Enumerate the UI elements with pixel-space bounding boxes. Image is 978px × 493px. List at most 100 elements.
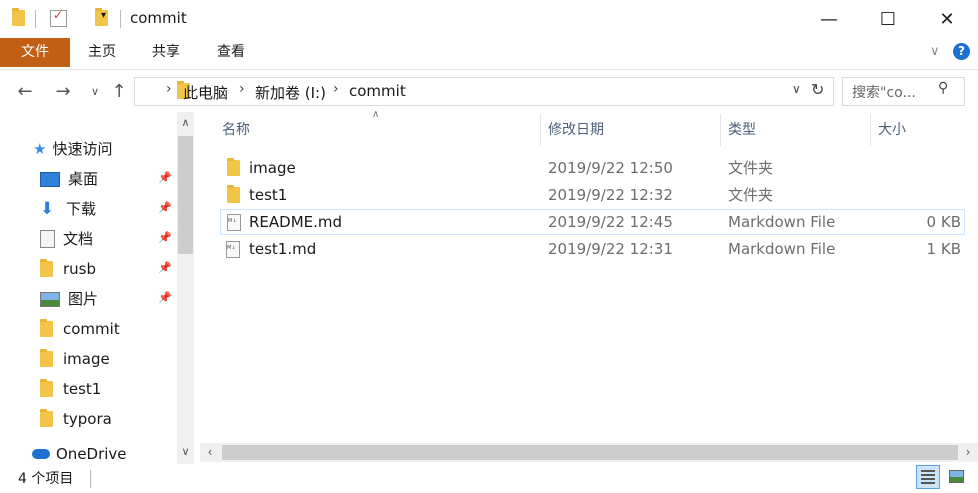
up-button[interactable]: ↑ — [106, 78, 132, 104]
back-button[interactable]: ← — [12, 78, 38, 104]
properties-icon[interactable]: ✓ — [50, 8, 67, 27]
tab-home[interactable]: 主页 — [71, 38, 133, 67]
chevron-right-icon[interactable]: › — [166, 81, 172, 97]
markdown-file-icon — [226, 241, 240, 258]
sidebar-item-label: 桌面 — [68, 170, 99, 188]
address-dropdown-icon[interactable]: ∨ — [792, 82, 801, 96]
scroll-left-button[interactable]: ‹ — [200, 443, 220, 462]
sidebar-item-desktop[interactable]: 桌面 — [40, 164, 98, 194]
minimize-button[interactable]: — — [800, 0, 858, 38]
folder-icon — [40, 349, 53, 367]
sidebar-item-downloads[interactable]: ⬇ 下载 — [40, 194, 96, 224]
file-modified: 2019/9/22 12:45 — [548, 213, 673, 231]
pin-icon[interactable]: 📌 — [158, 231, 172, 244]
file-row[interactable]: image 2019/9/22 12:50 文件夹 — [220, 155, 965, 181]
file-modified: 2019/9/22 12:32 — [548, 186, 673, 204]
sidebar-item-documents[interactable]: 文档 — [40, 224, 93, 254]
search-icon[interactable]: ⚲ — [938, 80, 948, 96]
large-icons-view-button[interactable] — [945, 465, 969, 489]
sidebar-item-label: 下载 — [66, 200, 97, 218]
pin-icon[interactable]: 📌 — [158, 291, 172, 304]
customize-quick-access-icon[interactable]: ▾ — [101, 10, 106, 21]
maximize-button[interactable]: ☐ — [859, 0, 917, 38]
sidebar-item-typora[interactable]: typora — [40, 404, 112, 434]
breadcrumb-commit[interactable]: commit — [349, 82, 406, 100]
sidebar-item-label: commit — [63, 320, 120, 338]
column-divider[interactable] — [540, 114, 541, 146]
file-size: 1 KB — [926, 240, 961, 258]
column-header-modified[interactable]: 修改日期 — [548, 117, 604, 143]
sidebar-item-commit[interactable]: commit — [40, 314, 120, 344]
forward-button[interactable]: → — [50, 78, 76, 104]
breadcrumb-this-pc[interactable]: 此电脑 — [183, 82, 228, 103]
document-icon — [40, 230, 55, 248]
file-row-selected[interactable]: README.md 2019/9/22 12:45 Markdown File … — [220, 209, 965, 235]
sidebar-item-label: 文档 — [63, 230, 94, 248]
folder-icon — [227, 185, 240, 203]
sidebar-item-label: 图片 — [68, 290, 99, 308]
breadcrumb-drive[interactable]: 新加卷 (I:) — [255, 82, 326, 103]
divider — [120, 10, 121, 28]
details-view-button[interactable] — [916, 465, 940, 489]
large-icons-view-icon — [949, 470, 964, 483]
file-name: test1.md — [249, 240, 317, 258]
sidebar-item-pictures[interactable]: 图片 — [40, 284, 98, 314]
file-type: Markdown File — [728, 213, 836, 231]
file-type: 文件夹 — [728, 159, 774, 177]
tab-share[interactable]: 共享 — [135, 38, 197, 67]
pin-icon[interactable]: 📌 — [158, 201, 172, 214]
sidebar-item-label: OneDrive — [56, 445, 127, 463]
file-row[interactable]: test1.md 2019/9/22 12:31 Markdown File 1… — [220, 236, 965, 262]
scroll-down-button[interactable]: ∨ — [177, 441, 194, 463]
close-button[interactable]: ✕ — [918, 0, 976, 38]
file-size: 0 KB — [926, 213, 961, 231]
file-name: README.md — [249, 213, 343, 231]
column-divider[interactable] — [720, 114, 721, 146]
pin-icon[interactable]: 📌 — [158, 171, 172, 184]
sidebar-item-test1[interactable]: test1 — [40, 374, 101, 404]
file-modified: 2019/9/22 12:50 — [548, 159, 673, 177]
column-header-size[interactable]: 大小 — [878, 117, 906, 143]
details-view-icon — [921, 470, 935, 472]
scrollbar-thumb[interactable] — [222, 445, 958, 460]
tab-file[interactable]: 文件 — [0, 38, 70, 67]
sidebar-item-rusb[interactable]: rusb — [40, 254, 96, 284]
folder-icon — [40, 319, 53, 337]
recent-locations-button[interactable]: ∨ — [82, 78, 108, 104]
folder-icon — [227, 158, 240, 176]
help-button[interactable]: ? — [953, 43, 970, 60]
column-divider[interactable] — [870, 114, 871, 146]
item-count: 4 个项目 — [18, 471, 74, 487]
scroll-up-button[interactable]: ∧ — [177, 112, 194, 134]
file-row[interactable]: test1 2019/9/22 12:32 文件夹 — [220, 182, 965, 208]
file-name: image — [249, 159, 296, 177]
sidebar-item-label: test1 — [63, 380, 102, 398]
sidebar-item-onedrive[interactable]: OneDrive — [32, 444, 127, 464]
expand-ribbon-button[interactable]: ∨ — [930, 44, 940, 59]
sort-ascending-icon: ∧ — [372, 109, 380, 120]
scroll-right-button[interactable]: › — [958, 443, 978, 462]
window-title: commit — [130, 9, 187, 27]
column-header-name[interactable]: 名称 — [222, 117, 250, 143]
folder-icon — [40, 259, 53, 277]
sidebar-item-label: typora — [63, 410, 112, 428]
sidebar-quick-access[interactable]: ★ 快速访问 — [33, 134, 112, 164]
folder-icon — [40, 409, 53, 427]
scrollbar-thumb[interactable] — [178, 136, 193, 254]
sidebar-item-label: rusb — [63, 260, 97, 278]
sidebar-item-label: image — [63, 350, 110, 368]
star-icon: ★ — [33, 140, 47, 158]
folder-icon — [12, 8, 25, 26]
markdown-file-icon — [227, 214, 241, 231]
tab-view[interactable]: 查看 — [200, 38, 262, 67]
file-name: test1 — [249, 186, 288, 204]
column-header-type[interactable]: 类型 — [728, 117, 756, 143]
sidebar-item-image[interactable]: image — [40, 344, 110, 374]
chevron-right-icon[interactable]: › — [239, 81, 245, 97]
file-type: 文件夹 — [728, 186, 774, 204]
download-icon: ⬇ — [40, 199, 55, 219]
refresh-button[interactable]: ↻ — [811, 80, 824, 99]
chevron-right-icon[interactable]: › — [333, 81, 339, 97]
cloud-icon — [32, 449, 50, 459]
pin-icon[interactable]: 📌 — [158, 261, 172, 274]
